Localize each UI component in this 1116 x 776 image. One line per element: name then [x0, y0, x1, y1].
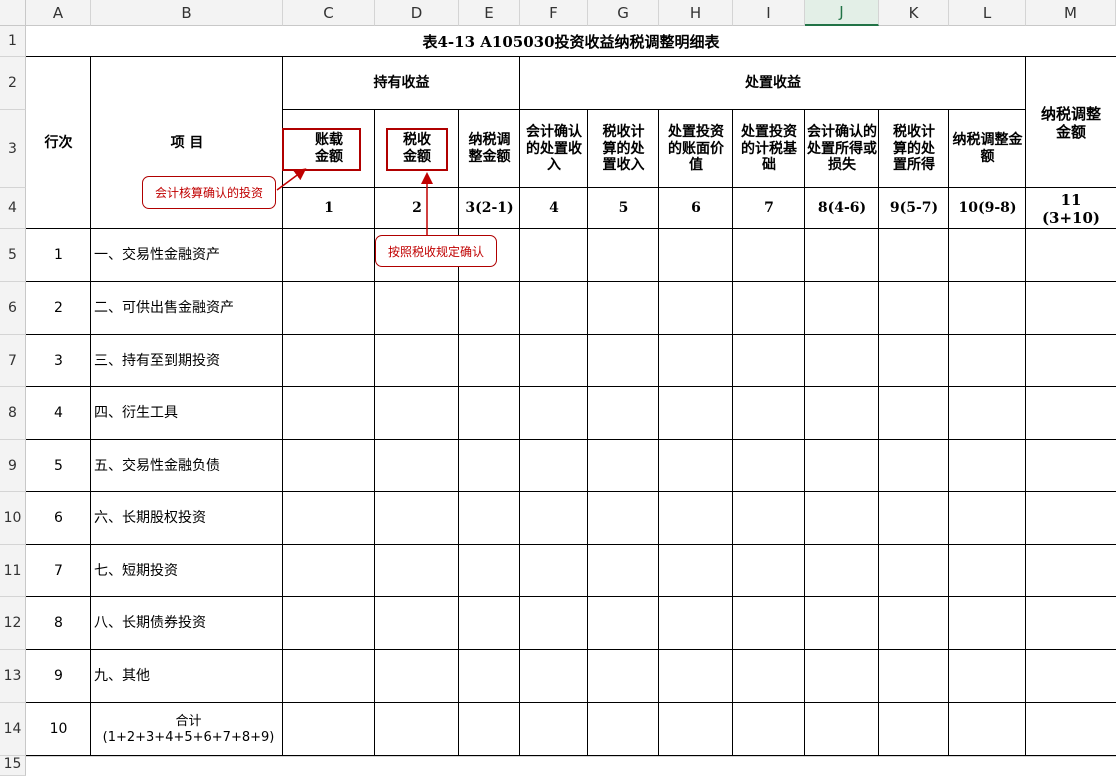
col-number-11-bottom: (3+10): [1041, 208, 1101, 227]
column-header-d[interactable]: D: [375, 0, 459, 26]
col-number-11: 11 (3+10): [1026, 188, 1116, 229]
header-tax-disposal-gain: 税收计算的处置所得: [893, 123, 935, 174]
column-header-j[interactable]: J: [805, 0, 879, 26]
row-header-12[interactable]: 12: [0, 597, 26, 650]
row-no: 6: [54, 510, 63, 527]
header-disposal-adjust: 纳税调整金额: [952, 132, 1023, 165]
row-item-name: 九、其他: [94, 668, 150, 685]
row-header-4[interactable]: 4: [0, 188, 26, 229]
book-amount-highlight: [282, 128, 361, 171]
col-number-8: 8(4-6): [817, 200, 867, 217]
row-header-15[interactable]: 15: [0, 756, 26, 776]
col-number-4: 4: [549, 200, 559, 217]
row-item-name: 四、衍生工具: [94, 405, 178, 422]
row-no: 4: [54, 405, 63, 422]
row-item-name: 合计(1+2+3+4+5+6+7+8+9): [102, 713, 275, 745]
row-no: 10: [49, 721, 68, 738]
col-number-3: 3(2-1): [465, 200, 514, 217]
row-header-6[interactable]: 6: [0, 282, 26, 335]
row-no: 2: [54, 300, 63, 317]
row-no: 7: [54, 562, 63, 579]
row-header-10[interactable]: 10: [0, 492, 26, 545]
row-item-name: 一、交易性金融资产: [94, 247, 220, 264]
row-header-8[interactable]: 8: [0, 387, 26, 440]
header-tax-adjust-amount: 纳税调整金额: [1040, 104, 1101, 141]
row-header-7[interactable]: 7: [0, 335, 26, 387]
header-tax-disposal-income: 税收计算的处置收入: [602, 123, 645, 174]
select-all-corner[interactable]: [0, 0, 26, 26]
tax-amount-highlight: [386, 128, 448, 171]
header-disposal-book-value: 处置投资的账面价值: [668, 123, 724, 174]
header-disposal-income: 处置收益: [745, 75, 801, 92]
row-header-2[interactable]: 2: [0, 57, 26, 110]
column-header-g[interactable]: G: [588, 0, 659, 26]
accounting-callout: 会计核算确认的投资: [142, 176, 276, 209]
column-header-k[interactable]: K: [879, 0, 949, 26]
header-row-no: 行次: [44, 134, 73, 151]
column-header-e[interactable]: E: [459, 0, 520, 26]
col-number-1: 1: [324, 200, 334, 217]
column-header-i[interactable]: I: [733, 0, 805, 26]
column-header-h[interactable]: H: [659, 0, 733, 26]
col-number-6: 6: [691, 200, 701, 217]
col-number-10: 10(9-8): [958, 200, 1017, 217]
row-no: 9: [54, 668, 63, 685]
row-no: 1: [54, 247, 63, 264]
row-item-name: 六、长期股权投资: [94, 510, 206, 527]
row-header-13[interactable]: 13: [0, 650, 26, 703]
row-header-1[interactable]: 1: [0, 26, 26, 57]
row-item-name: 三、持有至到期投资: [94, 352, 220, 369]
row-header-11[interactable]: 11: [0, 545, 26, 597]
row-header-3[interactable]: 3: [0, 110, 26, 188]
row-no: 8: [54, 615, 63, 632]
row-item-name: 五、交易性金融负债: [94, 457, 220, 474]
header-acct-disposal-gain-loss: 会计确认的处置所得或损失: [807, 123, 877, 174]
row-header-5[interactable]: 5: [0, 229, 26, 282]
column-header-c[interactable]: C: [283, 0, 375, 26]
row-no: 5: [54, 457, 63, 474]
column-header-m[interactable]: M: [1026, 0, 1116, 26]
column-header-f[interactable]: F: [520, 0, 588, 26]
row-item-name: 八、长期债券投资: [94, 615, 206, 632]
header-holding-adjust: 纳税调整金额: [468, 132, 511, 165]
col-number-7: 7: [764, 200, 774, 217]
column-header-l[interactable]: L: [949, 0, 1026, 26]
row-header-9[interactable]: 9: [0, 440, 26, 492]
col-number-2: 2: [412, 200, 422, 217]
tax-callout: 按照税收规定确认: [375, 235, 497, 267]
header-disposal-tax-basis: 处置投资的计税基础: [741, 123, 797, 174]
col-number-5: 5: [618, 200, 629, 217]
header-holding-income: 持有收益: [373, 75, 430, 92]
row-item-name: 二、可供出售金融资产: [94, 300, 234, 317]
column-header-b[interactable]: B: [91, 0, 283, 26]
col-number-9: 9(5-7): [889, 200, 939, 217]
column-header-a[interactable]: A: [26, 0, 91, 26]
header-acct-disposal-income: 会计确认的处置收入: [526, 123, 582, 174]
row-no: 3: [54, 352, 63, 369]
row-header-14[interactable]: 14: [0, 703, 26, 756]
row-item-name: 七、短期投资: [94, 562, 178, 579]
table-title: 表4-13 A105030投资收益纳税调整明细表: [422, 32, 720, 51]
col-number-11-top: 11: [1060, 190, 1082, 209]
